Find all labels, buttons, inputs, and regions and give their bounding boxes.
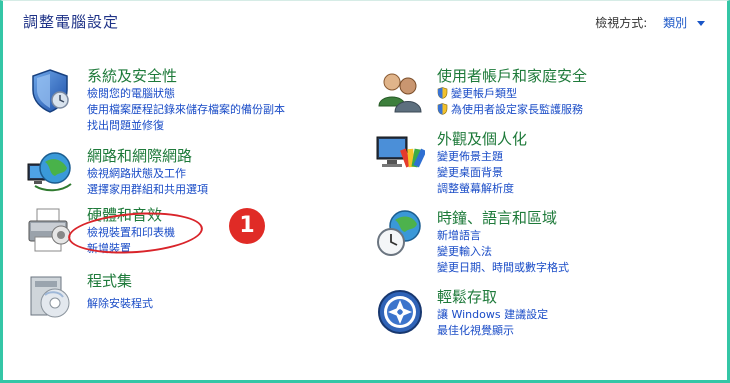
category-title-programs[interactable]: 程式集	[87, 270, 132, 291]
category-title-user-accounts[interactable]: 使用者帳戶和家庭安全	[437, 65, 587, 86]
ease-of-access-icon[interactable]	[375, 287, 425, 337]
link-let-windows-suggest[interactable]: 讓 Windows 建議設定	[437, 306, 548, 322]
link-change-desktop-background[interactable]: 變更桌面背景	[437, 164, 503, 180]
uac-shield-icon	[437, 87, 448, 99]
chevron-down-icon[interactable]	[697, 21, 705, 26]
link-adjust-resolution[interactable]: 調整螢幕解析度	[437, 180, 514, 196]
link-find-fix-problems[interactable]: 找出問題並修復	[87, 117, 164, 133]
view-mode-selector[interactable]: 檢視方式: 類別	[595, 14, 705, 31]
network-globe-icon[interactable]	[25, 146, 75, 196]
shield-icon[interactable]	[25, 66, 75, 116]
control-panel-window: 調整電腦設定 檢視方式: 類別 系統及安全性 檢閱您的電腦狀態 使用檔案歷程記錄…	[0, 0, 730, 383]
category-title-clock-language-region[interactable]: 時鐘、語言和區域	[437, 207, 557, 228]
programs-disc-icon[interactable]	[25, 271, 75, 321]
link-review-status[interactable]: 檢閱您的電腦狀態	[87, 85, 175, 101]
page-title: 調整電腦設定	[23, 13, 120, 31]
category-title-appearance[interactable]: 外觀及個人化	[437, 128, 527, 149]
category-title-ease-of-access[interactable]: 輕鬆存取	[437, 286, 497, 307]
link-family-safety-label: 為使用者設定家長監護服務	[451, 103, 583, 116]
printer-icon[interactable]	[25, 205, 75, 255]
link-optimize-visual-display[interactable]: 最佳化視覺顯示	[437, 322, 514, 338]
link-change-account-type-label: 變更帳戶類型	[451, 87, 517, 100]
category-title-network-internet[interactable]: 網路和網際網路	[87, 145, 192, 166]
link-change-input-method[interactable]: 變更輸入法	[437, 243, 492, 259]
link-family-safety[interactable]: 為使用者設定家長監護服務	[437, 101, 583, 117]
link-add-language[interactable]: 新增語言	[437, 227, 481, 243]
uac-shield-icon	[437, 103, 448, 115]
link-view-network-status[interactable]: 檢視網路狀態及工作	[87, 165, 186, 181]
clock-globe-icon[interactable]	[375, 208, 425, 258]
link-change-date-time-format[interactable]: 變更日期、時間或數字格式	[437, 259, 569, 275]
link-change-account-type[interactable]: 變更帳戶類型	[437, 85, 517, 101]
link-file-history[interactable]: 使用檔案歷程記錄來儲存檔案的備份副本	[87, 101, 285, 117]
link-homegroup-options[interactable]: 選擇家用群組和共用選項	[87, 181, 208, 197]
link-uninstall-program[interactable]: 解除安裝程式	[87, 295, 153, 311]
link-change-theme[interactable]: 變更佈景主題	[437, 148, 503, 164]
annotation-badge: 1	[229, 208, 265, 244]
view-mode-label: 檢視方式:	[595, 16, 648, 30]
category-title-system-security[interactable]: 系統及安全性	[87, 65, 177, 86]
view-mode-value[interactable]: 類別	[663, 16, 687, 30]
users-icon[interactable]	[375, 66, 425, 116]
display-palette-icon[interactable]	[375, 129, 425, 179]
